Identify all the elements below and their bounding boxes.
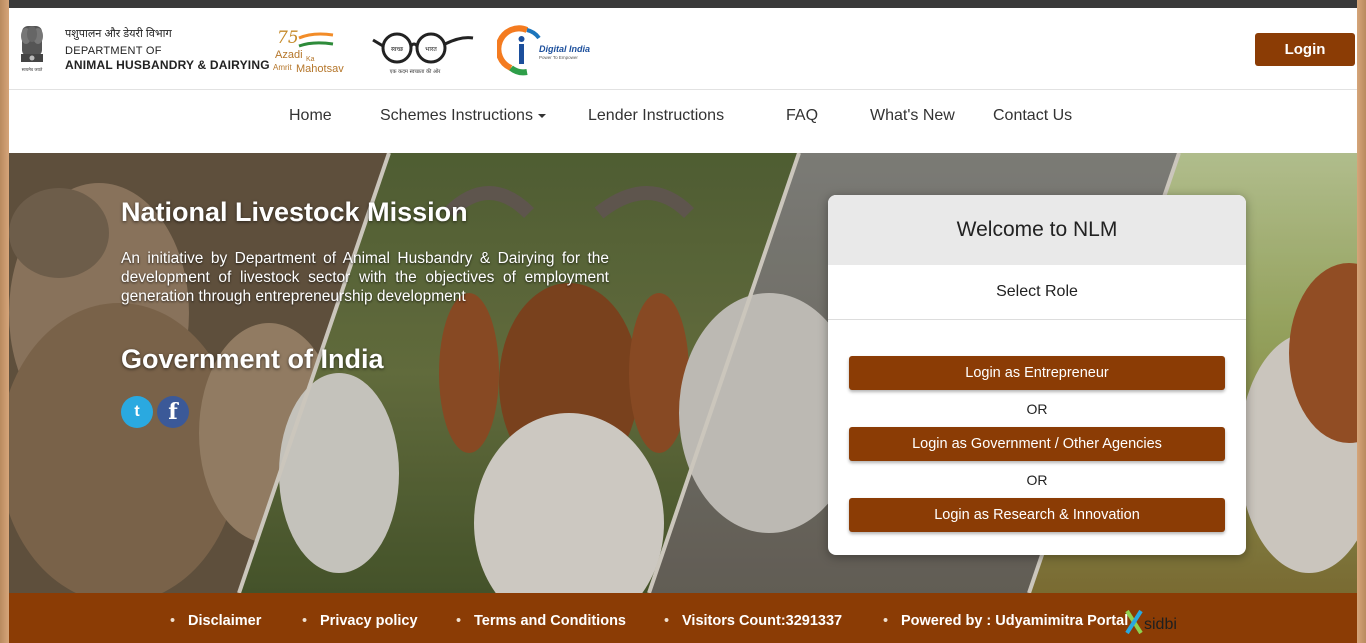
- azadi-ka: Ka: [306, 56, 315, 63]
- footer-terms-link[interactable]: Terms and Conditions: [456, 613, 626, 629]
- department-line2: ANIMAL HUSBANDRY & DAIRYING: [65, 58, 270, 72]
- bharat-word: भारत: [425, 46, 437, 53]
- sidbi-logo: sidbi: [1125, 609, 1177, 635]
- mahotsav-word: Mahotsav: [296, 63, 344, 75]
- login-as-research-button[interactable]: Login as Research & Innovation: [849, 498, 1225, 532]
- chevron-down-icon: [537, 113, 546, 118]
- login-as-entrepreneur-button[interactable]: Login as Entrepreneur: [849, 356, 1225, 390]
- azadi-75: 75: [277, 28, 299, 48]
- nav-contact-us[interactable]: Contact Us: [993, 107, 1072, 125]
- nav-whats-new[interactable]: What's New: [870, 107, 955, 125]
- or-separator: OR: [1026, 472, 1048, 488]
- nav-schemes-label: Schemes Instructions: [380, 107, 533, 124]
- footer-privacy-link[interactable]: Privacy policy: [302, 613, 417, 629]
- footer-visitors-count: Visitors Count:3291337: [664, 613, 842, 629]
- welcome-card-title: Welcome to NLM: [828, 195, 1246, 265]
- hero-description: An initiative by Department of Animal Hu…: [121, 250, 609, 305]
- login-as-government-button[interactable]: Login as Government / Other Agencies: [849, 427, 1225, 461]
- nav-lender-instructions[interactable]: Lender Instructions: [588, 107, 724, 125]
- department-name: पशुपालन और डेयरी विभाग DEPARTMENT OF ANI…: [65, 26, 270, 72]
- footer-disclaimer-link[interactable]: Disclaimer: [170, 613, 261, 629]
- twitter-icon[interactable]: t: [121, 396, 153, 428]
- azadi-ka-amrit-mahotsav-logo: 75 Azadi Ka Amrit Mahotsav: [273, 28, 344, 75]
- nav-faq[interactable]: FAQ: [786, 107, 818, 125]
- page-frame: सत्यमेव जयते पशुपालन और डेयरी विभाग DEPA…: [9, 0, 1357, 643]
- national-emblem-logo: सत्यमेव जयते: [21, 26, 43, 72]
- site-footer: Disclaimer Privacy policy Terms and Cond…: [9, 593, 1357, 643]
- facebook-icon[interactable]: f: [157, 396, 189, 428]
- swachh-tagline: एक कदम स्वच्छता की ओर: [390, 68, 442, 75]
- hero-government-of-india: Government of India: [121, 344, 384, 374]
- main-nav: Home Schemes Instructions Lender Instruc…: [9, 91, 1357, 153]
- hero-title: National Livestock Mission: [121, 197, 468, 227]
- footer-powered-by-link[interactable]: Powered by : Udyamimitra Portal: [883, 613, 1128, 629]
- select-role-label: Select Role: [828, 265, 1246, 320]
- amrit-word: Amrit: [273, 63, 292, 72]
- department-name-hindi: पशुपालन और डेयरी विभाग: [65, 28, 172, 40]
- nav-home[interactable]: Home: [289, 107, 332, 125]
- welcome-card: Welcome to NLM Select Role Login as Entr…: [828, 195, 1246, 555]
- or-separator: OR: [1026, 401, 1048, 417]
- login-button[interactable]: Login: [1255, 33, 1355, 66]
- swachh-word: स्वच्छ: [391, 46, 404, 53]
- emblem-caption: सत्यमेव जयते: [22, 67, 43, 72]
- swachh-bharat-logo: स्वच्छ भारत एक कदम स्वच्छता की ओर: [372, 32, 474, 75]
- site-header: सत्यमेव जयते पशुपालन और डेयरी विभाग DEPA…: [9, 8, 1357, 90]
- digital-india-tagline: Power To Empower: [539, 55, 578, 60]
- digital-india-logo: Digital India Power To Empower: [497, 25, 590, 76]
- azadi-word: Azadi: [275, 49, 303, 61]
- sidbi-text: sidbi: [1144, 616, 1177, 633]
- top-bar: [9, 0, 1357, 8]
- department-line1: DEPARTMENT OF: [65, 45, 162, 57]
- hero-banner: National Livestock Mission An initiative…: [9, 153, 1357, 593]
- nav-schemes-instructions[interactable]: Schemes Instructions: [380, 107, 546, 125]
- digital-india-text: Digital India: [539, 44, 590, 54]
